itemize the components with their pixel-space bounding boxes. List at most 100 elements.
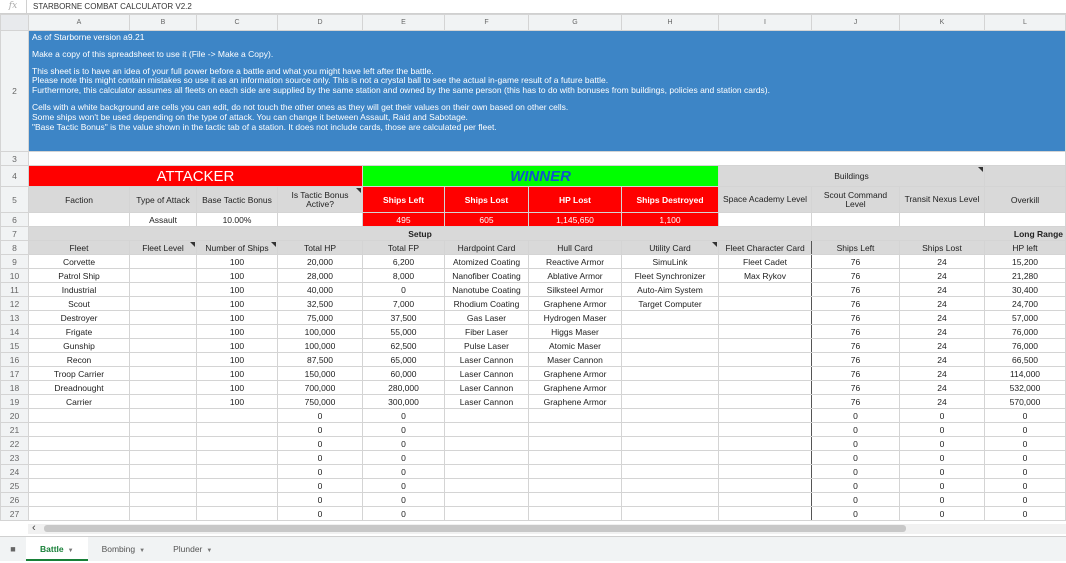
table-cell[interactable]: Corvette — [28, 254, 130, 269]
table-cell[interactable] — [528, 492, 622, 507]
row-number[interactable]: 2 — [0, 30, 29, 152]
table-cell[interactable]: 76 — [811, 380, 900, 395]
table-cell[interactable]: 76,000 — [984, 338, 1066, 353]
table-cell[interactable]: 30,400 — [984, 282, 1066, 297]
table-cell[interactable]: 24 — [899, 394, 985, 409]
table-cell[interactable] — [444, 422, 529, 437]
table-cell[interactable]: 0 — [362, 492, 445, 507]
table-cell[interactable] — [196, 436, 278, 451]
row-number[interactable]: 13 — [0, 310, 29, 325]
cell[interactable] — [984, 165, 1066, 187]
table-cell[interactable]: 0 — [811, 450, 900, 465]
table-cell[interactable]: 76 — [811, 296, 900, 311]
table-cell[interactable] — [196, 422, 278, 437]
table-cell[interactable]: 0 — [984, 422, 1066, 437]
table-cell[interactable]: Laser Cannon — [444, 394, 529, 409]
column-header[interactable]: F — [444, 14, 529, 31]
table-cell[interactable] — [28, 464, 130, 479]
table-cell[interactable]: 0 — [362, 436, 445, 451]
table-cell[interactable]: 100 — [196, 380, 278, 395]
table-cell[interactable]: 0 — [277, 422, 363, 437]
table-cell[interactable] — [718, 506, 812, 521]
table-cell[interactable] — [129, 464, 197, 479]
table-cell[interactable]: 0 — [277, 436, 363, 451]
table-cell[interactable] — [621, 478, 719, 493]
table-cell[interactable]: Gunship — [28, 338, 130, 353]
table-cell[interactable] — [528, 422, 622, 437]
row-number[interactable]: 22 — [0, 436, 29, 451]
table-cell[interactable]: 8,000 — [362, 268, 445, 283]
table-cell[interactable]: 300,000 — [362, 394, 445, 409]
table-cell[interactable]: 532,000 — [984, 380, 1066, 395]
table-cell[interactable] — [621, 394, 719, 409]
table-cell[interactable] — [196, 450, 278, 465]
fleet-column-header[interactable]: Hull Card — [528, 240, 622, 255]
table-cell[interactable]: 114,000 — [984, 366, 1066, 381]
table-cell[interactable]: 0 — [362, 282, 445, 297]
table-cell[interactable]: 24 — [899, 324, 985, 339]
table-cell[interactable]: Destroyer — [28, 310, 130, 325]
fleet-column-header[interactable]: Ships Lost — [899, 240, 985, 255]
table-cell[interactable] — [129, 338, 197, 353]
table-cell[interactable]: 0 — [811, 422, 900, 437]
table-cell[interactable] — [28, 422, 130, 437]
table-cell[interactable] — [196, 506, 278, 521]
row-number[interactable]: 26 — [0, 492, 29, 507]
table-cell[interactable] — [129, 324, 197, 339]
table-cell[interactable]: Auto-Aim System — [621, 282, 719, 297]
table-cell[interactable]: 100 — [196, 352, 278, 367]
table-cell[interactable]: 76 — [811, 310, 900, 325]
winner-banner[interactable]: WINNER — [362, 165, 719, 187]
overkill-value[interactable] — [984, 212, 1066, 227]
table-cell[interactable]: 24,700 — [984, 296, 1066, 311]
table-cell[interactable]: 100 — [196, 394, 278, 409]
table-cell[interactable] — [129, 254, 197, 269]
space-academy-label[interactable]: Space Academy Level — [718, 186, 812, 213]
row-number[interactable]: 14 — [0, 324, 29, 339]
table-cell[interactable] — [28, 492, 130, 507]
table-cell[interactable]: 570,000 — [984, 394, 1066, 409]
column-header[interactable]: J — [811, 14, 900, 31]
table-cell[interactable]: 0 — [811, 436, 900, 451]
overkill-label[interactable]: Overkill — [984, 186, 1066, 213]
fleet-column-header[interactable]: Fleet Level — [129, 240, 197, 255]
table-cell[interactable]: 24 — [899, 254, 985, 269]
table-cell[interactable]: 0 — [362, 408, 445, 423]
table-cell[interactable]: 32,500 — [277, 296, 363, 311]
table-cell[interactable]: 0 — [899, 478, 985, 493]
row-number[interactable]: 7 — [0, 226, 29, 241]
table-cell[interactable]: Reactive Armor — [528, 254, 622, 269]
table-cell[interactable]: Scout — [28, 296, 130, 311]
attacker-banner[interactable]: ATTACKER — [28, 165, 363, 187]
table-cell[interactable]: Troop Carrier — [28, 366, 130, 381]
table-cell[interactable]: Rhodium Coating — [444, 296, 529, 311]
table-cell[interactable] — [718, 338, 812, 353]
row-number[interactable]: 5 — [0, 186, 29, 213]
hp-lost-value[interactable]: 1,145,650 — [528, 212, 622, 227]
column-header[interactable]: B — [129, 14, 197, 31]
fleet-column-header[interactable]: Total FP — [362, 240, 445, 255]
table-cell[interactable] — [718, 366, 812, 381]
table-cell[interactable] — [621, 324, 719, 339]
table-cell[interactable] — [129, 478, 197, 493]
table-cell[interactable]: Graphene Armor — [528, 296, 622, 311]
table-cell[interactable] — [621, 450, 719, 465]
row-number[interactable]: 11 — [0, 282, 29, 297]
table-cell[interactable] — [718, 324, 812, 339]
table-cell[interactable]: 6,200 — [362, 254, 445, 269]
table-cell[interactable]: 0 — [811, 464, 900, 479]
space-academy-value[interactable] — [718, 212, 812, 227]
table-cell[interactable]: Fleet Synchronizer — [621, 268, 719, 283]
fleet-column-header[interactable]: Ships Left — [811, 240, 900, 255]
table-cell[interactable]: 60,000 — [362, 366, 445, 381]
row-number[interactable]: 9 — [0, 254, 29, 269]
table-cell[interactable] — [129, 268, 197, 283]
table-cell[interactable] — [528, 464, 622, 479]
table-cell[interactable]: 100 — [196, 310, 278, 325]
table-cell[interactable]: Max Rykov — [718, 268, 812, 283]
table-cell[interactable] — [621, 492, 719, 507]
tactic-bonus-active-value[interactable] — [277, 212, 363, 227]
table-cell[interactable]: 76 — [811, 268, 900, 283]
row-number[interactable]: 4 — [0, 165, 29, 187]
table-cell[interactable]: Patrol Ship — [28, 268, 130, 283]
